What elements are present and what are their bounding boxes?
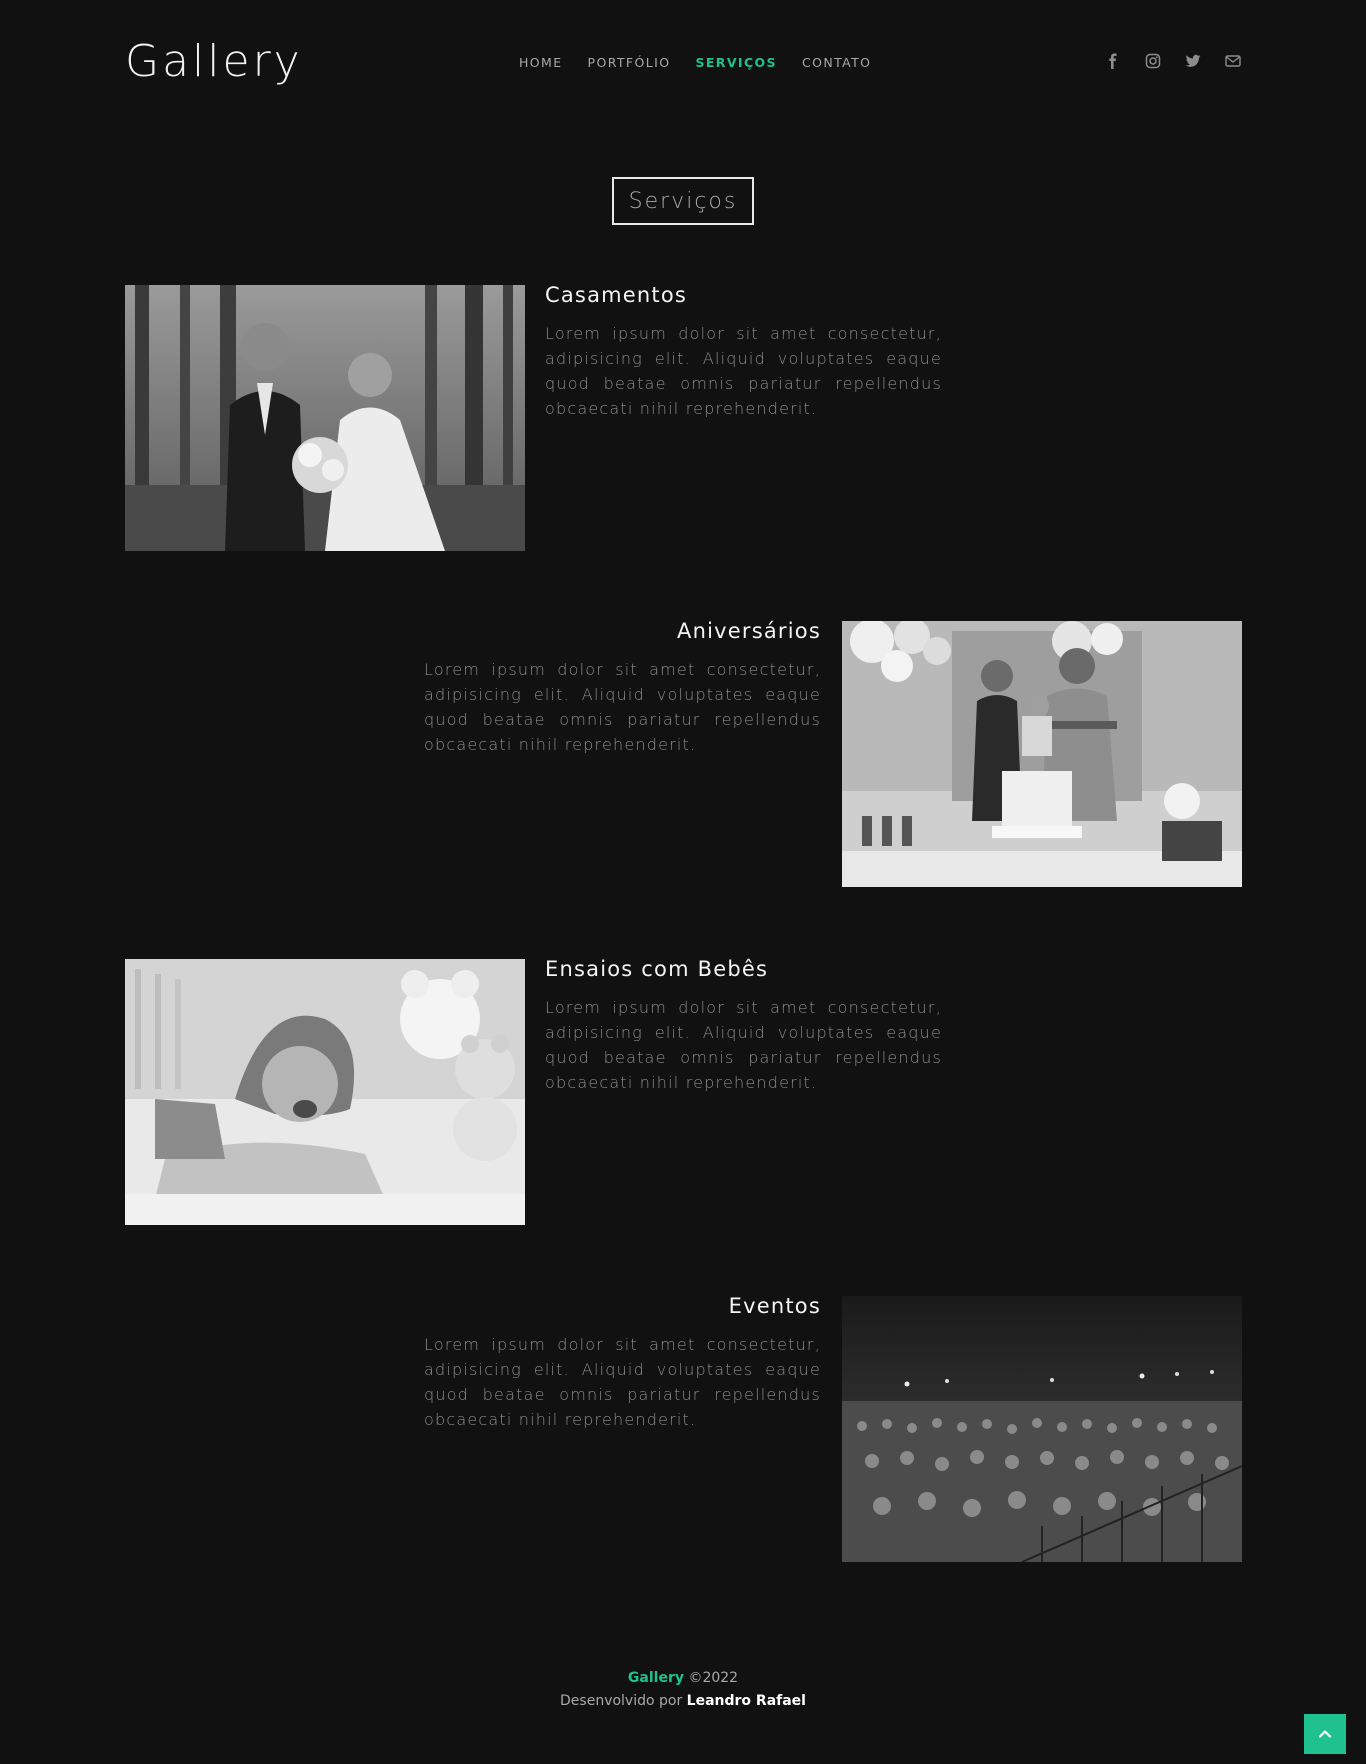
service-title: Ensaios com Bebês (545, 957, 769, 981)
footer-brand[interactable]: Gallery (628, 1670, 684, 1686)
wedding-image (125, 285, 525, 551)
instagram-icon[interactable] (1144, 52, 1162, 70)
baby-image (125, 959, 525, 1225)
back-to-top-button[interactable] (1304, 1714, 1346, 1754)
site-logo[interactable]: Gallery (125, 36, 303, 87)
nav-home[interactable]: HOME (519, 55, 563, 70)
page-title: Serviços (612, 177, 754, 225)
nav-portfolio[interactable]: PORTFÓLIO (588, 55, 671, 70)
social-links (1104, 52, 1242, 70)
service-description: Lorem ipsum dolor sit amet consectetur, … (545, 998, 942, 1092)
footer-author[interactable]: Leandro Rafael (687, 1693, 806, 1709)
service-ensaios-bebes: Ensaios com Bebês Lorem ipsum dolor sit … (545, 957, 942, 1095)
main-nav: HOME PORTFÓLIO SERVIÇOS CONTATO (519, 55, 871, 70)
chevron-up-icon (1318, 1730, 1332, 1738)
service-description: Lorem ipsum dolor sit amet consectetur, … (424, 660, 821, 754)
facebook-icon[interactable] (1104, 52, 1122, 70)
service-casamentos: Casamentos Lorem ipsum dolor sit amet co… (545, 283, 942, 421)
twitter-icon[interactable] (1184, 52, 1202, 70)
envelope-icon[interactable] (1224, 52, 1242, 70)
event-crowd-image (842, 1296, 1242, 1562)
birthday-image (842, 621, 1242, 887)
footer-developed-by: Desenvolvido por (560, 1693, 683, 1709)
service-description: Lorem ipsum dolor sit amet consectetur, … (545, 324, 942, 418)
service-title: Eventos (728, 1294, 821, 1318)
service-description: Lorem ipsum dolor sit amet consectetur, … (424, 1335, 821, 1429)
footer-credits: Desenvolvido por Leandro Rafael (0, 1693, 1366, 1709)
service-eventos: Eventos Lorem ipsum dolor sit amet conse… (424, 1294, 821, 1432)
footer-copyright: Gallery ©2022 (0, 1670, 1366, 1686)
nav-servicos[interactable]: SERVIÇOS (695, 55, 777, 70)
service-title: Aniversários (677, 619, 821, 643)
nav-contato[interactable]: CONTATO (802, 55, 871, 70)
footer-year: ©2022 (688, 1670, 739, 1686)
site-header: Gallery HOME PORTFÓLIO SERVIÇOS CONTATO (125, 28, 1242, 98)
service-title: Casamentos (545, 283, 688, 307)
service-aniversarios: Aniversários Lorem ipsum dolor sit amet … (424, 619, 821, 757)
site-footer: Gallery ©2022 Desenvolvido por Leandro R… (0, 1670, 1366, 1709)
